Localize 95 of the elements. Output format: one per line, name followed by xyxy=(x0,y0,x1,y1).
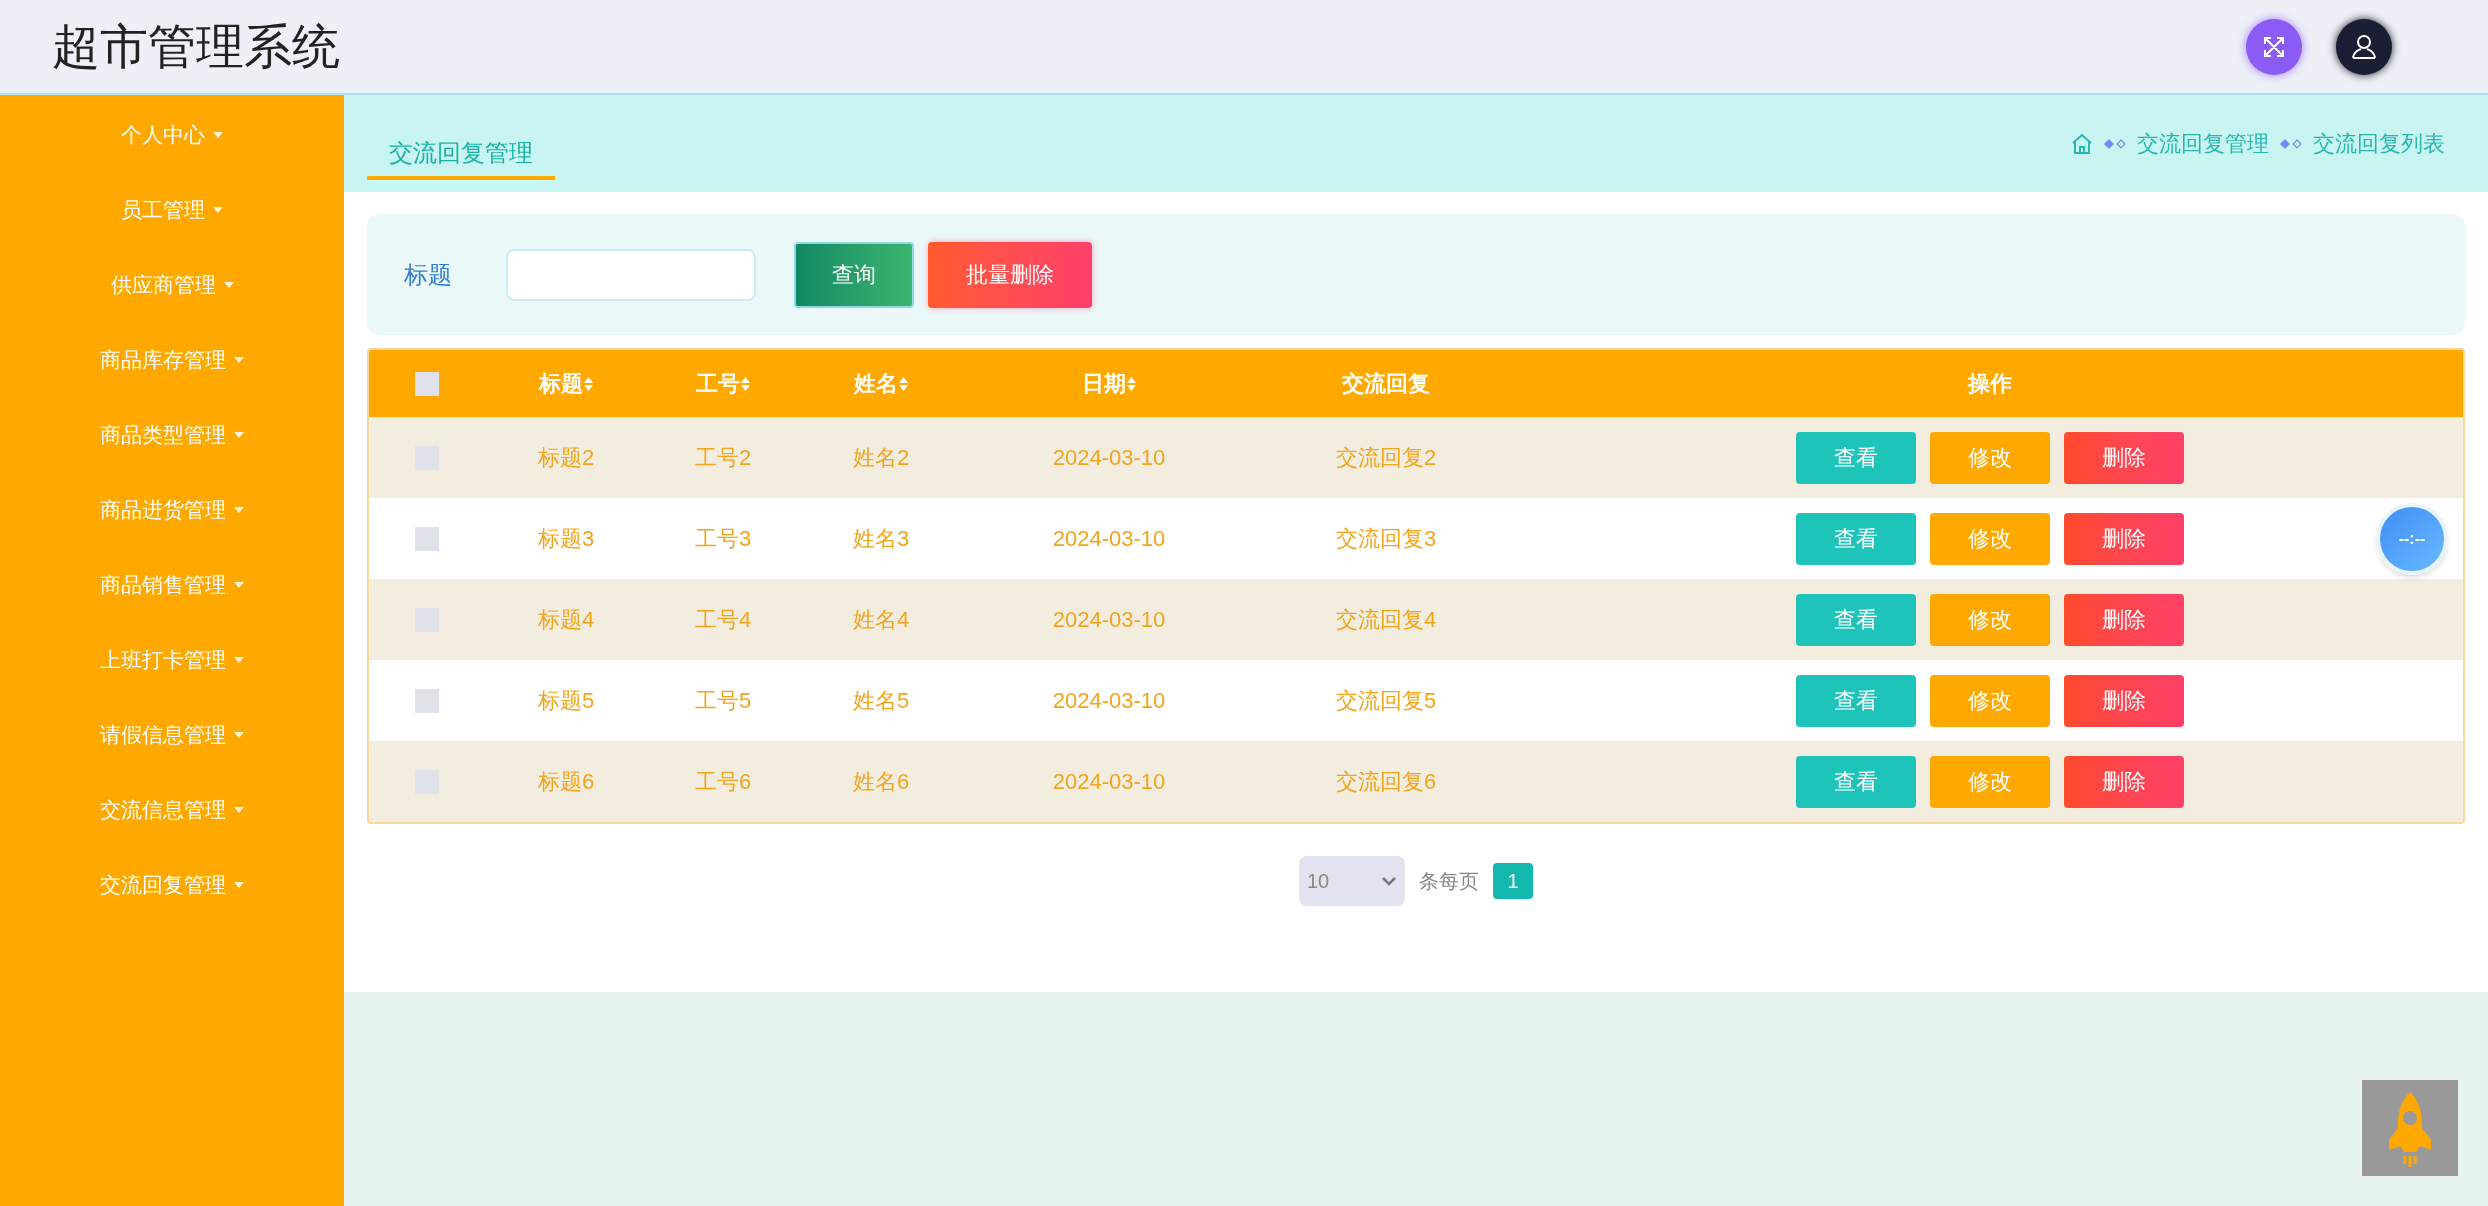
view-button[interactable]: 查看 xyxy=(1796,755,1916,808)
caret-down-icon xyxy=(234,581,244,588)
sidebar-item[interactable]: 供应商管理 xyxy=(110,247,234,322)
separator-icon xyxy=(2279,137,2303,150)
sidebar-item[interactable]: 商品类型管理 xyxy=(100,397,244,472)
sidebar-item[interactable]: 上班打卡管理 xyxy=(100,622,244,697)
delete-button[interactable]: 删除 xyxy=(2064,593,2184,646)
page-size-select[interactable]: 10 xyxy=(1299,856,1405,906)
sidebar-item[interactable]: 请假信息管理 xyxy=(100,697,244,772)
table-cell-text: 姓名4 xyxy=(852,606,910,634)
table-cell-text: 工号3 xyxy=(694,525,752,553)
user-icon xyxy=(2351,33,2377,60)
caret-down-icon xyxy=(234,506,244,513)
view-button[interactable]: 查看 xyxy=(1796,593,1916,646)
sidebar-item[interactable]: 个人中心 xyxy=(121,97,223,172)
table-cell-text: 交流回复6 xyxy=(1335,768,1437,796)
table-cell-text: 标题6 xyxy=(537,768,595,796)
caret-down-icon xyxy=(234,806,244,813)
separator-icon xyxy=(2103,137,2127,150)
column-header: 操作 xyxy=(1968,370,2012,398)
back-to-top-button[interactable] xyxy=(2362,1080,2458,1176)
delete-button[interactable]: 删除 xyxy=(2064,674,2184,727)
view-button[interactable]: 查看 xyxy=(1796,431,1916,484)
breadcrumb-link[interactable]: 交流回复列表 xyxy=(2313,127,2445,160)
expand-icon xyxy=(2263,35,2285,58)
table-cell-text: 2024-03-10 xyxy=(1052,606,1166,634)
edit-button[interactable]: 修改 xyxy=(1930,512,2050,565)
sidebar-item[interactable]: 商品销售管理 xyxy=(100,547,244,622)
caret-down-icon xyxy=(234,656,244,663)
caret-down-icon xyxy=(213,206,223,213)
table-cell-text: 交流回复2 xyxy=(1335,444,1437,472)
table-cell-text: 工号4 xyxy=(694,606,752,634)
row-checkbox[interactable] xyxy=(415,688,439,713)
sidebar-item[interactable]: 商品进货管理 xyxy=(100,472,244,547)
batch-delete-button[interactable]: 批量删除 xyxy=(928,241,1092,308)
edit-button[interactable]: 修改 xyxy=(1930,674,2050,727)
column-header[interactable]: 姓名 xyxy=(853,367,909,400)
table-cell-text: 标题5 xyxy=(537,687,595,715)
sidebar-item[interactable]: 交流信息管理 xyxy=(100,772,244,847)
fullscreen-button[interactable] xyxy=(2246,18,2302,75)
app-title: 超市管理系统 xyxy=(52,18,340,75)
edit-button[interactable]: 修改 xyxy=(1930,755,2050,808)
caret-down-icon xyxy=(223,281,234,288)
table-cell-text: 交流回复4 xyxy=(1335,606,1437,634)
table-cell-text: 2024-03-10 xyxy=(1052,525,1166,553)
delete-button[interactable]: 删除 xyxy=(2064,512,2184,565)
search-label: 标题 xyxy=(404,259,452,290)
table-cell-text: 交流回复5 xyxy=(1335,687,1437,715)
search-button[interactable]: 查询 xyxy=(794,241,914,308)
title-input[interactable] xyxy=(506,248,756,301)
table-cell-text: 姓名3 xyxy=(852,525,910,553)
sidebar-item[interactable]: 交流回复管理 xyxy=(100,847,244,922)
caret-down-icon xyxy=(234,731,244,738)
sort-icon xyxy=(897,375,909,392)
user-button[interactable] xyxy=(2336,18,2392,75)
view-button[interactable]: 查看 xyxy=(1796,512,1916,565)
table-cell-text: 标题4 xyxy=(537,606,595,634)
caret-down-icon xyxy=(234,881,244,888)
sidebar-item[interactable]: 商品库存管理 xyxy=(100,322,244,397)
sort-icon xyxy=(1125,375,1137,392)
table-cell-text: 姓名2 xyxy=(852,444,910,472)
table-cell-text: 姓名6 xyxy=(852,768,910,796)
page-button[interactable]: 1 xyxy=(1493,863,1533,899)
delete-button[interactable]: 删除 xyxy=(2064,431,2184,484)
home-icon[interactable] xyxy=(2071,132,2093,155)
table-cell-text: 2024-03-10 xyxy=(1052,687,1166,715)
breadcrumb-link[interactable]: 交流回复管理 xyxy=(2137,127,2269,160)
table-cell-text: 标题3 xyxy=(537,525,595,553)
table-cell-text: 姓名5 xyxy=(852,687,910,715)
caret-down-icon xyxy=(234,356,244,363)
select-all-checkbox[interactable] xyxy=(415,371,439,396)
delete-button[interactable]: 删除 xyxy=(2064,755,2184,808)
chevron-down-icon xyxy=(1381,876,1397,886)
table-cell-text: 2024-03-10 xyxy=(1052,444,1166,472)
column-header[interactable]: 标题 xyxy=(538,367,594,400)
caret-down-icon xyxy=(213,131,223,138)
column-header[interactable]: 工号 xyxy=(695,367,751,400)
sort-icon xyxy=(739,375,751,392)
row-checkbox[interactable] xyxy=(415,526,439,551)
table-cell-text: 工号2 xyxy=(694,444,752,472)
tab[interactable]: 交流回复管理 xyxy=(367,129,555,180)
column-header: 交流回复 xyxy=(1342,370,1430,398)
table-cell-text: 标题2 xyxy=(537,444,595,472)
view-button[interactable]: 查看 xyxy=(1796,674,1916,727)
table-cell-text: 工号6 xyxy=(694,768,752,796)
sidebar-item[interactable]: 员工管理 xyxy=(121,172,223,247)
edit-button[interactable]: 修改 xyxy=(1930,593,2050,646)
table-cell-text: 工号5 xyxy=(694,687,752,715)
table-cell-text: 交流回复3 xyxy=(1335,525,1437,553)
caret-down-icon xyxy=(234,431,244,438)
edit-button[interactable]: 修改 xyxy=(1930,431,2050,484)
sort-icon xyxy=(582,375,594,392)
column-header[interactable]: 日期 xyxy=(1081,367,1137,400)
page-size-label: 条每页 xyxy=(1419,869,1479,894)
table-cell-text: 2024-03-10 xyxy=(1052,768,1166,796)
